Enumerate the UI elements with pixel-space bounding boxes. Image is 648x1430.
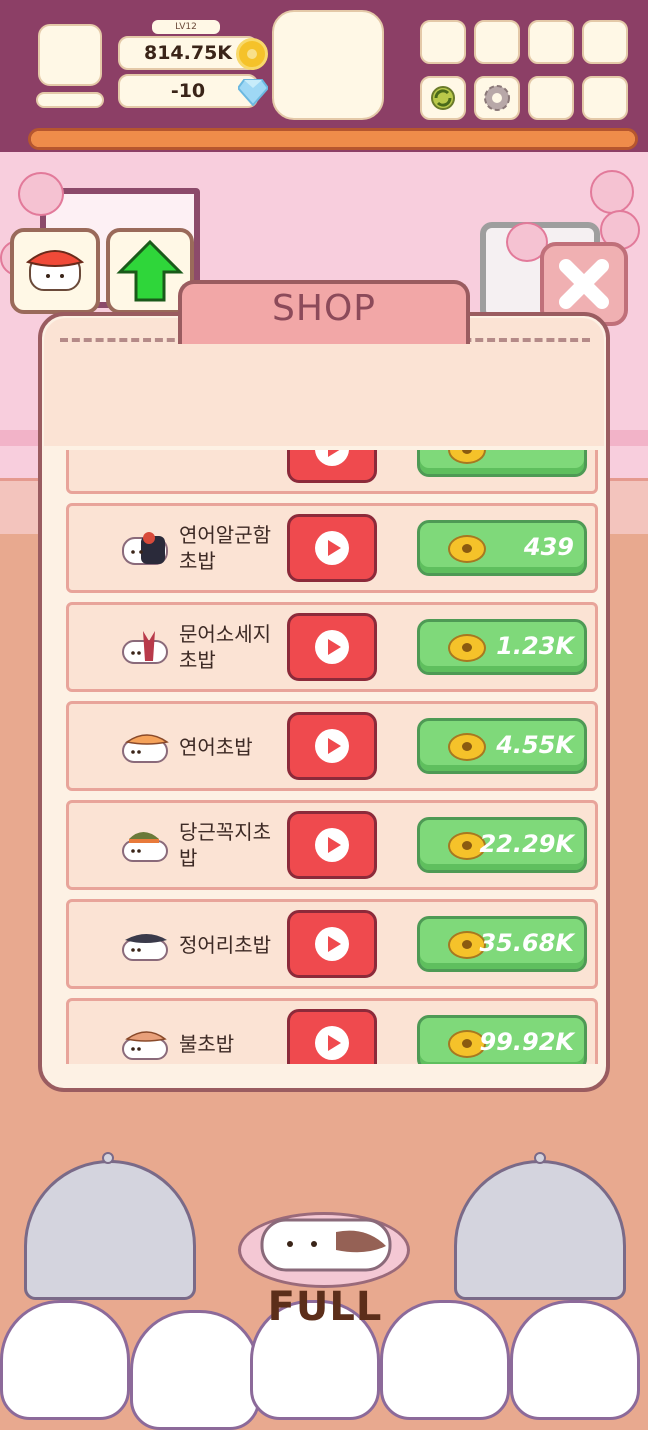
play-icon xyxy=(315,450,349,466)
paw-coin-icon xyxy=(448,450,486,464)
paw-coin-icon xyxy=(236,38,268,70)
item-price: 35.68K xyxy=(479,929,574,957)
cat-customer xyxy=(0,1300,130,1420)
watch-ad-button[interactable] xyxy=(287,1009,377,1064)
cat-sushi-icon xyxy=(122,734,169,763)
item-name: 불초밥 xyxy=(179,1032,235,1056)
play-icon xyxy=(315,630,349,664)
item-name: 정어리초밥 xyxy=(179,933,271,957)
buy-button[interactable]: 99.92K xyxy=(417,1015,587,1064)
play-icon xyxy=(315,531,349,565)
close-icon xyxy=(559,259,609,309)
menu-slot-2[interactable] xyxy=(474,20,520,64)
buy-button[interactable]: 439 xyxy=(417,520,587,576)
cherry-blossom-icon xyxy=(18,172,64,216)
featured-slot[interactable] xyxy=(272,10,384,120)
refresh-button[interactable] xyxy=(420,76,466,120)
paw-coin-icon xyxy=(448,733,486,761)
play-icon xyxy=(315,1026,349,1060)
cherry-blossom-icon xyxy=(590,170,634,214)
buy-button[interactable]: 4.55K xyxy=(417,718,587,774)
level-label: LV12 xyxy=(152,20,220,34)
item-name: 연어초밥 xyxy=(179,735,253,759)
item-price: 1.23K xyxy=(496,632,574,660)
food-cover-right[interactable] xyxy=(454,1160,626,1300)
cat-sushi-icon xyxy=(122,1031,168,1060)
shop-item-row: 문어소세지 초밥 1.23K xyxy=(66,602,598,692)
menu-slot-1[interactable] xyxy=(420,20,466,64)
paw-coin-icon xyxy=(448,634,486,662)
watch-ad-button[interactable] xyxy=(287,613,377,681)
item-price: 439 xyxy=(523,533,574,561)
item-price: 4.55K xyxy=(496,731,574,759)
buy-button[interactable]: 35.68K xyxy=(417,916,587,972)
settings-button[interactable] xyxy=(474,76,520,120)
cat-sushi-icon xyxy=(122,532,168,565)
play-icon xyxy=(315,729,349,763)
gem-counter: -10 xyxy=(118,74,258,108)
shop-item-row: 연어초밥 4.55K xyxy=(66,701,598,791)
item-name: 연어알군함 초밥 xyxy=(179,523,271,573)
watch-ad-button[interactable] xyxy=(287,910,377,978)
item-price: 99.92K xyxy=(479,1028,574,1056)
counter-status: FULL xyxy=(267,1284,383,1330)
cat-sushi-icon xyxy=(260,1218,392,1272)
menu-slot-8[interactable] xyxy=(582,76,628,120)
sushi-icon xyxy=(25,250,85,291)
cover-knob xyxy=(534,1152,546,1164)
menu-slot-3[interactable] xyxy=(528,20,574,64)
cover-knob xyxy=(102,1152,114,1164)
sushi-menu-button[interactable] xyxy=(10,228,100,314)
food-cover-left[interactable] xyxy=(24,1160,196,1300)
player-name-bar xyxy=(36,92,104,108)
shop-item-row: 당근꼭지초 밥 22.29K xyxy=(66,800,598,890)
menu-slot-7[interactable] xyxy=(528,76,574,120)
refresh-icon xyxy=(431,86,455,110)
shop-item-row: 연어알군함 초밥 439 xyxy=(66,503,598,593)
shop-title: SHOP xyxy=(272,288,376,329)
item-name: 문어소세지 초밥 xyxy=(179,622,271,672)
cat-sushi-icon xyxy=(122,832,168,862)
cat-sushi-icon xyxy=(122,934,168,961)
item-name: 당근꼭지초 밥 xyxy=(179,820,271,870)
watch-ad-button[interactable] xyxy=(287,514,377,582)
shop-item-row: 정어리초밥 35.68K xyxy=(66,899,598,989)
item-price: 22.29K xyxy=(479,830,574,858)
progress-fill xyxy=(31,131,635,147)
menu-slot-4[interactable] xyxy=(582,20,628,64)
buy-button[interactable]: 1.23K xyxy=(417,619,587,675)
buy-button[interactable]: 22.29K xyxy=(417,817,587,873)
buy-button[interactable] xyxy=(417,450,587,477)
watch-ad-button[interactable] xyxy=(287,450,377,483)
shop-item-row xyxy=(66,450,598,494)
watch-ad-button[interactable] xyxy=(287,712,377,780)
paw-coin-icon xyxy=(448,535,486,563)
shop-item-list[interactable]: 연어알군함 초밥 439 문어소세지 초밥 1.23K 연어초밥 4.55K 당… xyxy=(48,450,600,1064)
player-avatar[interactable] xyxy=(38,24,102,86)
diamond-icon xyxy=(238,79,268,106)
play-icon xyxy=(315,927,349,961)
shop-item-row: 불초밥 99.92K xyxy=(66,998,598,1064)
cat-customer xyxy=(510,1300,640,1420)
gear-icon xyxy=(484,85,510,111)
cat-sushi-icon xyxy=(122,631,168,664)
play-icon xyxy=(315,828,349,862)
watch-ad-button[interactable] xyxy=(287,811,377,879)
